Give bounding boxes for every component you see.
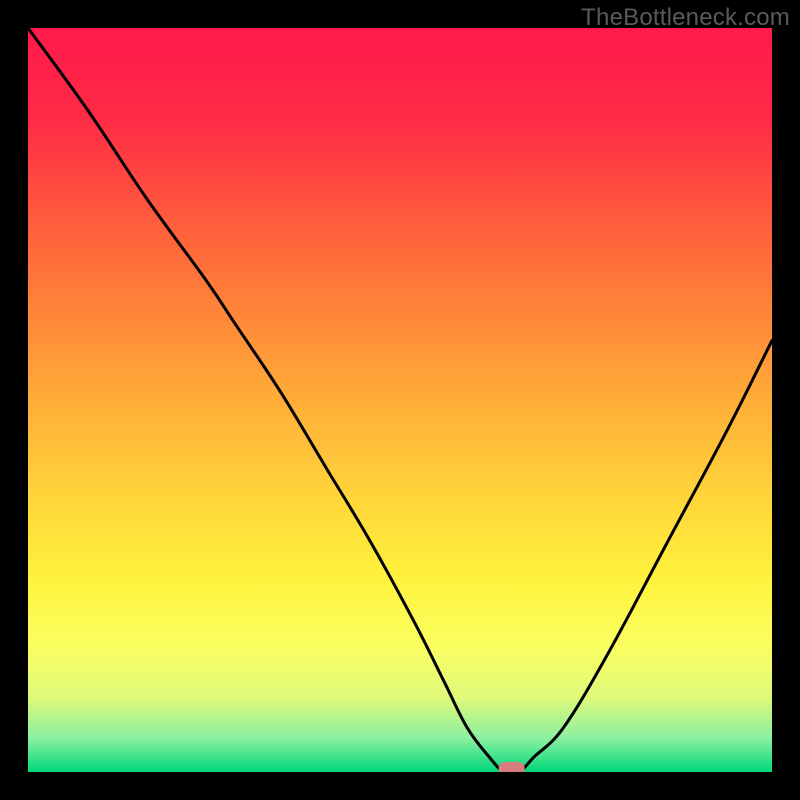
gradient-background: [28, 28, 772, 772]
optimal-marker: [499, 762, 525, 772]
plot-area: [28, 28, 772, 772]
chart-frame: TheBottleneck.com: [0, 0, 800, 800]
watermark-label: TheBottleneck.com: [581, 4, 790, 32]
plot-svg: [28, 28, 772, 772]
